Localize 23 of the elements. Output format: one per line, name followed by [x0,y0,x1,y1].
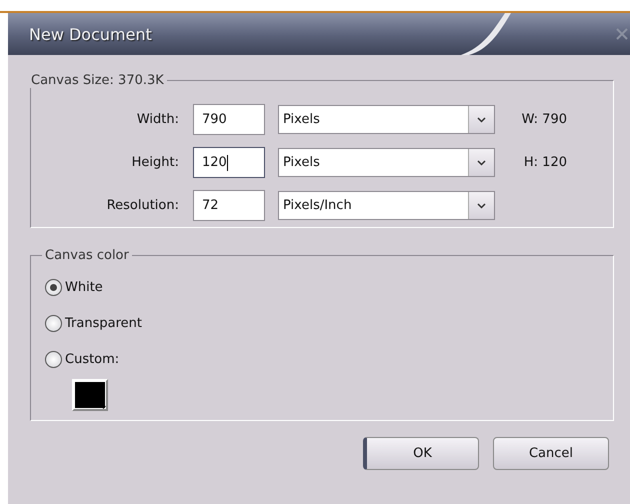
group-legend: Canvas Size: 370.3K [28,73,167,88]
input-field[interactable]: 790 [193,104,265,135]
input-field[interactable]: 120 [193,147,265,178]
radio-option[interactable]: White [45,269,613,305]
radio-option[interactable]: Custom: [45,341,613,377]
chevron-down-icon [477,160,486,166]
unit-dropdown[interactable]: Pixels/Inch [278,191,495,220]
radio-option[interactable]: Transparent [45,305,613,341]
window-title: New Document [29,24,152,44]
chevron-down-icon [477,202,486,208]
color-swatch[interactable] [72,379,108,411]
dimension-readout: H: 120 [522,155,567,170]
field-label: Width: [136,112,180,127]
input-field[interactable]: 72 [193,190,265,221]
group-legend: Canvas color [42,248,132,263]
chevron-down-icon [477,116,486,122]
unit-dropdown[interactable]: Pixels [278,148,495,177]
cancel-button[interactable]: Cancel [493,437,609,470]
dimension-readout: W: 790 [520,112,567,127]
field-label: Resolution: [106,198,180,213]
ok-button[interactable]: OK [363,437,479,470]
field-label: Height: [130,155,180,170]
unit-dropdown[interactable]: Pixels [278,105,495,134]
